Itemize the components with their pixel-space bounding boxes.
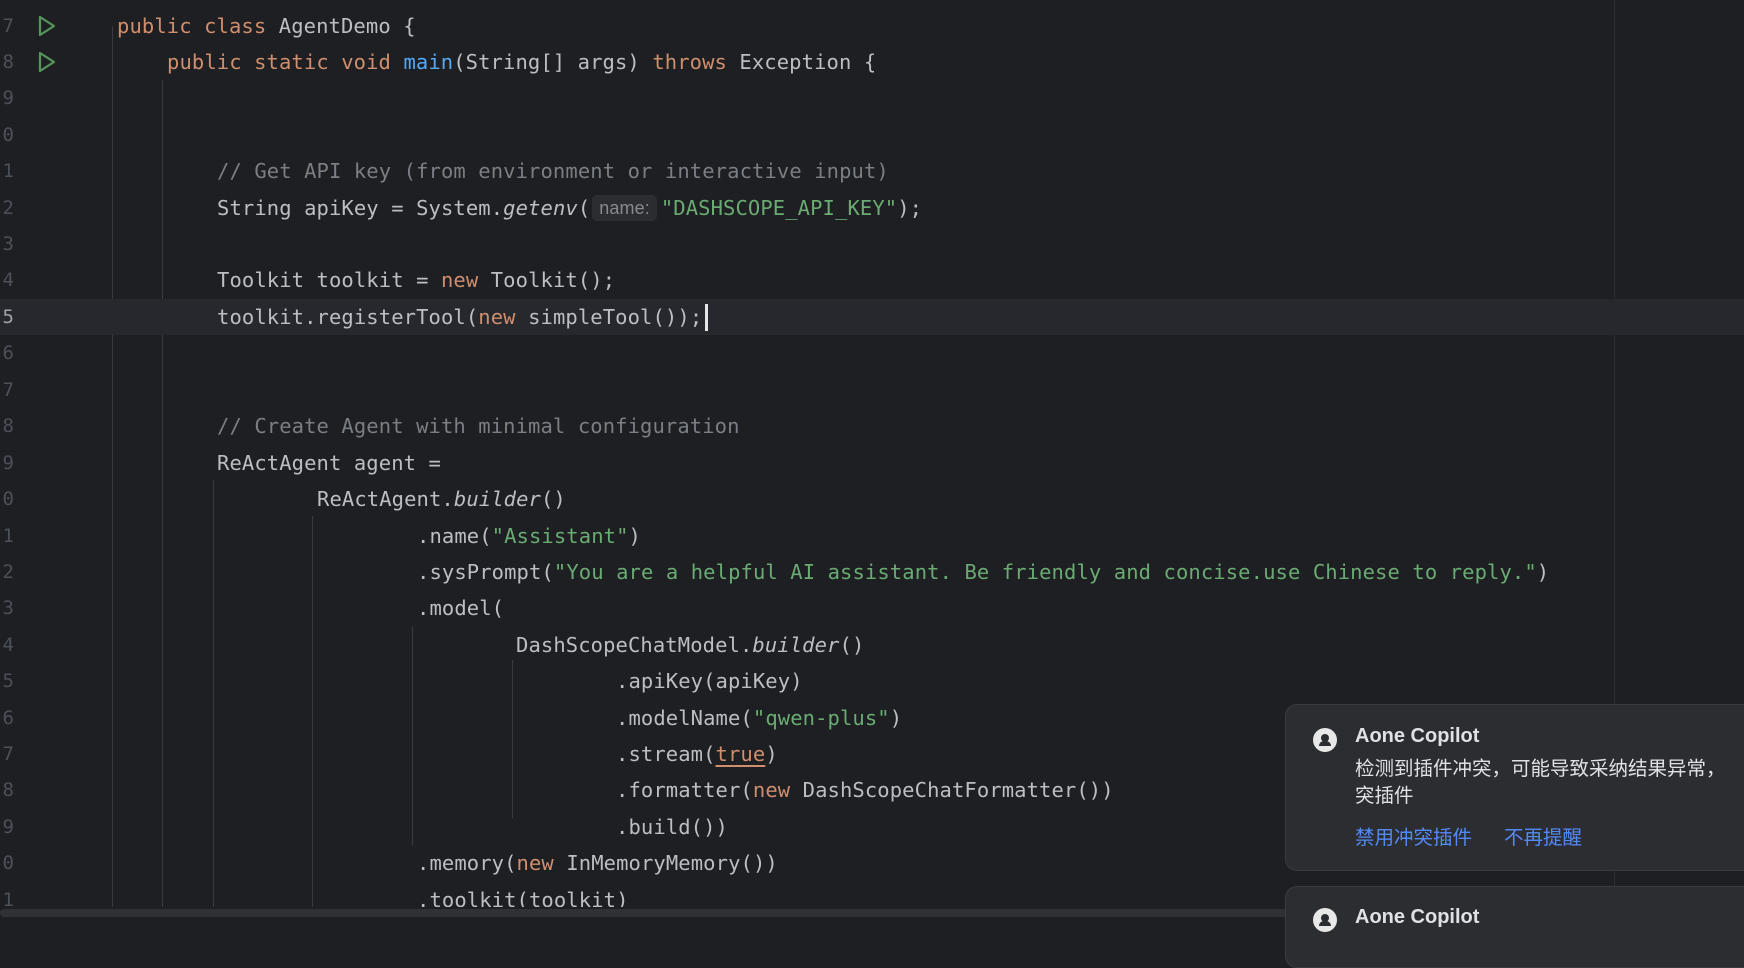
- line-number: 0: [2, 124, 14, 146]
- text-caret: [705, 304, 708, 331]
- line-number: 3: [2, 233, 14, 255]
- code-line[interactable]: 7: [0, 372, 1744, 408]
- code-text: .model(: [417, 596, 505, 620]
- code-line[interactable]: 6: [0, 335, 1744, 371]
- line-number: 0: [2, 852, 14, 874]
- line-number: 7: [2, 743, 14, 765]
- line-number: 4: [2, 634, 14, 656]
- run-icon[interactable]: [34, 14, 58, 38]
- notification-title: Aone Copilot: [1355, 906, 1480, 928]
- code-text: public static void main(String[] args) t…: [167, 50, 877, 74]
- code-line[interactable]: 8 public static void main(String[] args)…: [0, 44, 1744, 80]
- code-text: toolkit.registerTool(new simpleTool());: [217, 305, 703, 329]
- code-text: .apiKey(apiKey): [616, 669, 803, 693]
- notification-message: 突插件: [1355, 785, 1414, 807]
- line-number: 4: [2, 269, 14, 291]
- parameter-hint: name:: [592, 195, 657, 221]
- notification-plugin-conflict[interactable]: Aone Copilot 检测到插件冲突，可能导致采纳结果异常， 突插件 禁用冲…: [1285, 704, 1744, 871]
- disable-conflict-plugin-link[interactable]: 禁用冲突插件: [1355, 821, 1472, 850]
- code-line[interactable]: 4 DashScopeChatModel.builder(): [0, 627, 1744, 663]
- line-number: 6: [2, 707, 14, 729]
- copilot-icon: [1313, 908, 1337, 932]
- line-number: 6: [2, 342, 14, 364]
- line-number: 9: [2, 452, 14, 474]
- code-line[interactable]: 1 // Get API key (from environment or in…: [0, 153, 1744, 189]
- notification-title: Aone Copilot: [1355, 725, 1480, 747]
- code-text: .memory(new InMemoryMemory()): [417, 851, 778, 875]
- code-line[interactable]: 9 ReActAgent agent =: [0, 445, 1744, 481]
- code-line[interactable]: 0 ReActAgent.builder(): [0, 481, 1744, 517]
- code-text: String apiKey = System.getenv(name: "DASH…: [217, 195, 923, 221]
- line-number: 8: [2, 51, 14, 73]
- line-number: 1: [2, 889, 14, 907]
- code-text: .stream(true): [616, 742, 778, 766]
- code-line[interactable]: 3: [0, 226, 1744, 262]
- code-text: ReActAgent.builder(): [317, 487, 566, 511]
- code-comment: // Create Agent with minimal configurati…: [217, 414, 740, 438]
- line-number: 3: [2, 597, 14, 619]
- code-text: .name("Assistant"): [417, 524, 641, 548]
- code-text: .sysPrompt("You are a helpful AI assista…: [417, 560, 1550, 584]
- do-not-remind-link[interactable]: 不再提醒: [1504, 821, 1582, 850]
- line-number: 8: [2, 415, 14, 437]
- notification-copilot[interactable]: Aone Copilot: [1285, 886, 1744, 968]
- code-text: public class AgentDemo {: [117, 14, 416, 38]
- code-line[interactable]: 2 String apiKey = System.getenv(name: "DA…: [0, 190, 1744, 226]
- code-line[interactable]: 1 .name("Assistant"): [0, 518, 1744, 554]
- code-line[interactable]: 4 Toolkit toolkit = new Toolkit();: [0, 262, 1744, 298]
- line-number: 1: [2, 525, 14, 547]
- notification-message: 检测到插件冲突，可能导致采纳结果异常，: [1355, 758, 1726, 780]
- line-number: 9: [2, 87, 14, 109]
- line-number: 0: [2, 488, 14, 510]
- code-text: Toolkit toolkit = new Toolkit();: [217, 268, 616, 292]
- line-number: 2: [2, 561, 14, 583]
- run-icon[interactable]: [34, 50, 58, 74]
- code-line[interactable]: 8 // Create Agent with minimal configura…: [0, 408, 1744, 444]
- code-line-current[interactable]: 5 toolkit.registerTool(new simpleTool())…: [0, 299, 1744, 335]
- line-number: 2: [2, 197, 14, 219]
- line-number: 5: [2, 670, 14, 692]
- line-number: 5: [2, 306, 14, 328]
- scrollbar-thumb[interactable]: [0, 909, 1320, 917]
- code-text: ReActAgent agent =: [217, 451, 441, 475]
- code-text: .build()): [616, 815, 728, 839]
- copilot-icon: [1313, 728, 1337, 752]
- code-line[interactable]: 5 .apiKey(apiKey): [0, 663, 1744, 699]
- line-number: 8: [2, 779, 14, 801]
- code-text: .formatter(new DashScopeChatFormatter()): [616, 778, 1114, 802]
- line-number: 9: [2, 816, 14, 838]
- line-number: 7: [2, 15, 14, 37]
- line-number: 1: [2, 160, 14, 182]
- code-text: .toolkit(toolkit): [417, 888, 629, 907]
- code-line[interactable]: 0: [0, 117, 1744, 153]
- line-number: 7: [2, 379, 14, 401]
- code-text: .modelName("qwen-plus"): [616, 706, 903, 730]
- code-line[interactable]: 2 .sysPrompt("You are a helpful AI assis…: [0, 554, 1744, 590]
- code-line[interactable]: 9: [0, 80, 1744, 116]
- code-line[interactable]: 3 .model(: [0, 590, 1744, 626]
- code-comment: // Get API key (from environment or inte…: [217, 159, 889, 183]
- code-line[interactable]: 7 public class AgentDemo {: [0, 8, 1744, 44]
- code-text: DashScopeChatModel.builder(): [516, 633, 865, 657]
